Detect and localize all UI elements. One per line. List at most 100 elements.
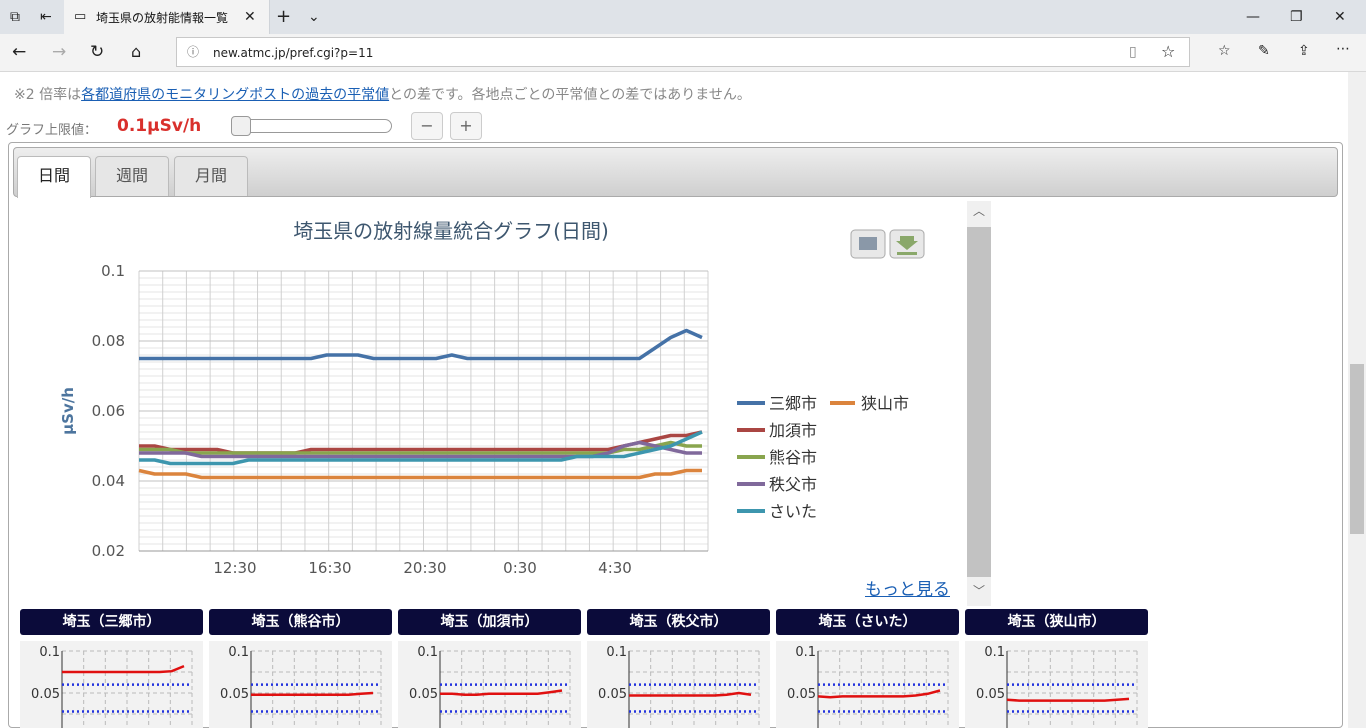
tab-manager-icon[interactable]: ⧉ (10, 10, 20, 24)
station-mini-chart: 0.10.050 (587, 641, 770, 728)
mini-series-line (251, 691, 374, 696)
legend-item[interactable]: 秩父市 (769, 475, 817, 494)
refresh-icon[interactable]: ↻ (90, 44, 104, 61)
mini-y-tick-label: 0.1 (795, 645, 816, 660)
station-thumbnail[interactable]: 埼玉（狭山市）0.10.050 (965, 609, 1148, 728)
chart-grid (138, 270, 709, 552)
mini-y-tick-label: 0.1 (984, 645, 1005, 660)
info-icon[interactable]: ⓘ (187, 46, 199, 58)
station-thumbnail[interactable]: 埼玉（秩父市） 0.10.050 (587, 609, 770, 728)
station-thumbnail[interactable]: 埼玉（三郷市） 0.10.050 (20, 609, 203, 728)
favorite-star-icon[interactable]: ☆ (1161, 44, 1175, 60)
reading-view-icon[interactable]: ▯ (1129, 45, 1137, 59)
mini-y-tick-label: 0.1 (417, 645, 438, 660)
station-mini-chart: 0.10.050 (776, 641, 959, 728)
graph-panel: 日間 週間 月間 埼玉県の放射線量統合グラフ(日間) 0.1 0.08 0.06 0.0… (8, 142, 1343, 728)
mini-series-line (440, 689, 563, 696)
mini-chart-grid (1006, 650, 1138, 728)
page-scrollbar[interactable] (1348, 72, 1366, 728)
x-tick-label: 12:30 (213, 559, 256, 577)
mini-y-tick-label: 0.05 (976, 687, 1005, 702)
x-tick-label: 4:30 (598, 559, 632, 577)
normal-value-link[interactable]: 各都道府県のモニタリングポストの過去の平常値 (81, 87, 389, 103)
maximize-icon[interactable]: ❐ (1290, 10, 1303, 24)
favorites-icon[interactable]: ☆ (1218, 44, 1231, 58)
mini-y-tick-label: 0.05 (31, 687, 60, 702)
more-icon[interactable]: ⋯ (1336, 42, 1350, 56)
station-thumbnail-title[interactable]: 埼玉（さいた） (776, 609, 959, 635)
page-content: ※2 倍率は各都道府県のモニタリングポストの過去の平常値との差です。各地点ごとの… (0, 72, 1348, 728)
chart-scrollbar[interactable]: ︿ ﹀ (967, 201, 991, 606)
mini-chart-grid (628, 650, 760, 728)
station-mini-chart: 0.10.050 (20, 641, 203, 728)
new-tab-icon[interactable]: + (276, 8, 291, 26)
home-icon[interactable]: ⌂ (131, 44, 141, 60)
navigation-bar: ← → ↻ ⌂ ⓘ new.atmc.jp/pref.cgi?p=11 ▯ ☆ … (0, 34, 1366, 72)
mini-y-tick-label: 0.1 (228, 645, 249, 660)
mini-series-line (1006, 697, 1130, 702)
address-bar[interactable]: ⓘ new.atmc.jp/pref.cgi?p=11 ▯ ☆ (176, 37, 1190, 67)
station-thumbnail[interactable]: 埼玉（さいた） 0.10.050 (776, 609, 959, 728)
scroll-down-icon[interactable]: ﹀ (973, 585, 985, 597)
more-link[interactable]: もっと見る (865, 575, 950, 600)
station-mini-chart: 0.10.050 (965, 641, 1148, 728)
station-thumbnail-title[interactable]: 埼玉（加須市） (398, 609, 581, 635)
y-tick-label: 0.08 (92, 332, 125, 350)
tab-weekly[interactable]: 週間 (95, 156, 169, 196)
tab-monthly[interactable]: 月間 (174, 156, 248, 196)
station-thumbnail[interactable]: 埼玉（加須市） 0.10.050 (398, 609, 581, 728)
browser-tab[interactable]: ▭ 埼玉県の放射能情報一覧 ✕ (64, 0, 270, 34)
chart-legend: 三郷市加須市熊谷市秩父市さいた 狭山市 (737, 394, 909, 521)
station-thumbnail-title[interactable]: 埼玉（熊谷市） (209, 609, 392, 635)
forward-icon[interactable]: → (52, 44, 66, 61)
series-line-三郷市 (139, 328, 703, 361)
y-tick-label: 0.02 (92, 542, 125, 560)
station-thumbnail-title[interactable]: 埼玉（狭山市） (965, 609, 1148, 635)
x-tick-label: 20:30 (403, 559, 446, 577)
y-tick-label: 0.04 (92, 472, 125, 490)
graph-limit-value: 0.1μSv/h (117, 116, 202, 136)
close-window-icon[interactable]: ✕ (1334, 10, 1346, 24)
legend-item[interactable]: 三郷市 (769, 394, 817, 413)
page-scrollbar-thumb[interactable] (1350, 364, 1364, 534)
mini-y-tick-label: 0.05 (220, 687, 249, 702)
back-icon[interactable]: ← (12, 44, 26, 61)
y-tick-label: 0.06 (92, 402, 125, 420)
station-thumbnail-title[interactable]: 埼玉（秩父市） (587, 609, 770, 635)
chart-scrollbar-thumb[interactable] (967, 227, 991, 577)
station-mini-chart: 0.10.050 (398, 641, 581, 728)
y-axis-label: μSv/h (59, 387, 77, 435)
mini-series-line (62, 664, 185, 674)
mini-chart-grid (439, 650, 571, 728)
print-chart-button[interactable] (850, 229, 886, 259)
slider-handle[interactable] (231, 116, 251, 136)
scroll-up-icon[interactable]: ︿ (973, 205, 985, 217)
minimize-icon[interactable]: — (1246, 10, 1260, 24)
x-tick-label: 16:30 (308, 559, 351, 577)
x-tick-label: 0:30 (503, 559, 537, 577)
main-chart-area: 埼玉県の放射線量統合グラフ(日間) 0.1 0.08 0.06 0.04 0.02 12:3… (15, 203, 975, 608)
chevron-down-icon[interactable]: ⌄ (308, 10, 320, 24)
station-thumbnail[interactable]: 埼玉（熊谷市）0.10.050 (209, 609, 392, 728)
graph-limit-slider[interactable] (231, 116, 392, 136)
y-tick-label: 0.1 (101, 262, 125, 280)
legend-item[interactable]: 熊谷市 (769, 448, 817, 467)
pen-icon[interactable]: ✎ (1258, 44, 1270, 58)
legend-item[interactable]: さいた (769, 502, 817, 521)
set-tabs-aside-icon[interactable]: ⇤ (40, 10, 52, 24)
legend-item[interactable]: 加須市 (769, 421, 817, 440)
legend-item[interactable]: 狭山市 (861, 394, 909, 413)
download-chart-button[interactable] (889, 229, 925, 259)
note-suffix: との差です。各地点ごとの平常値との差ではありません。 (389, 87, 751, 103)
mini-chart-grid (61, 650, 193, 728)
close-tab-icon[interactable]: ✕ (244, 10, 256, 24)
limit-plus-button[interactable]: + (450, 112, 482, 140)
limit-minus-button[interactable]: − (411, 112, 443, 140)
mini-chart-grid (250, 650, 382, 728)
station-thumbnail-title[interactable]: 埼玉（三郷市） (20, 609, 203, 635)
tab-daily[interactable]: 日間 (17, 156, 91, 198)
graph-limit-label: グラフ上限値： (6, 123, 98, 138)
mini-series-line (629, 691, 752, 697)
station-mini-chart: 0.10.050 (209, 641, 392, 728)
share-icon[interactable]: ⇪ (1298, 44, 1310, 58)
